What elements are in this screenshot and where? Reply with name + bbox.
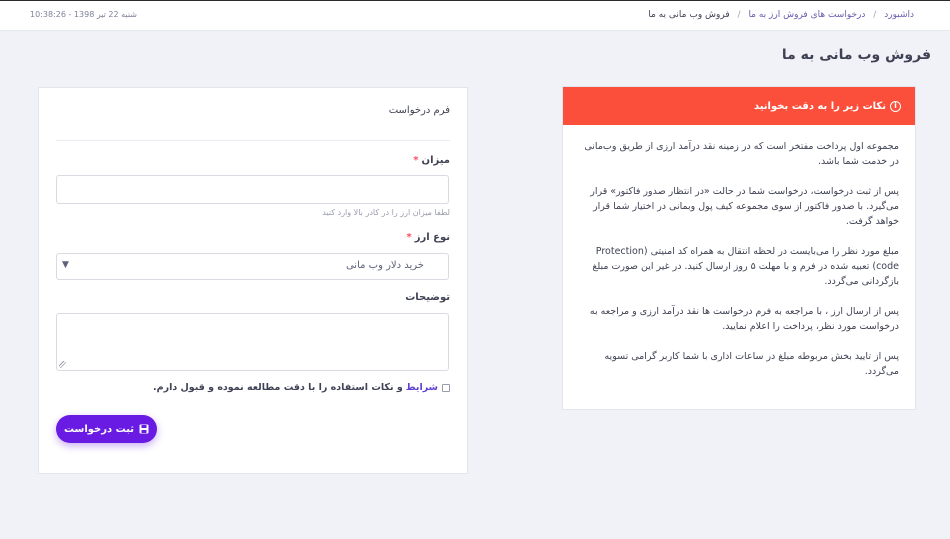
- submit-request-button[interactable]: ثبت درخواست: [56, 415, 157, 443]
- description-label: توضیحات: [405, 292, 450, 303]
- form-divider: [56, 140, 450, 141]
- amount-hint: لطفا میزان ارز را در کادر بالا وارد کنید: [322, 208, 450, 217]
- terms-text: و نکات استفاده را با دقت مطالعه نموده و …: [153, 382, 403, 393]
- terms-row: شرایط و نکات استفاده را با دقت مطالعه نم…: [153, 382, 450, 393]
- required-marker: *: [406, 232, 412, 243]
- breadcrumb-requests-link[interactable]: درخواست های فروش ارز به ما: [748, 10, 865, 20]
- currency-label-text: نوع ارز: [414, 232, 450, 243]
- amount-input[interactable]: [56, 175, 449, 204]
- form-title: فرم درخواست: [388, 105, 450, 116]
- chevron-down-icon: ▼: [62, 260, 69, 270]
- page-title: فروش وب مانی به ما: [781, 47, 931, 63]
- breadcrumb-separator: /: [873, 10, 877, 20]
- breadcrumb-current: فروش وب مانی به ما: [648, 10, 730, 20]
- terms-checkbox[interactable]: [442, 383, 450, 392]
- notice-header-text: نکات زیر را به دقت بخوانید: [753, 100, 886, 112]
- breadcrumb-separator: /: [737, 10, 741, 20]
- info-icon: i: [890, 100, 901, 112]
- required-marker: *: [413, 155, 419, 166]
- currency-label: نوع ارز*: [406, 232, 450, 243]
- notice-paragraph: پس از ثبت درخواست، درخواست شما در حالت «…: [590, 186, 899, 227]
- request-form-card: فرم درخواست میزان* لطفا میزان ارز را در …: [38, 87, 468, 474]
- submit-label: ثبت درخواست: [63, 423, 135, 435]
- amount-label-text: میزان: [421, 155, 450, 166]
- breadcrumb-dashboard-link[interactable]: داشبورد: [884, 10, 914, 20]
- datetime-display: شنبه 22 تیر 1398 - 10:38:26: [30, 10, 137, 19]
- terms-link[interactable]: شرایط: [406, 382, 438, 393]
- resize-grip-icon[interactable]: [59, 361, 66, 368]
- amount-label: میزان*: [413, 155, 450, 166]
- notice-body: مجموعه اول پرداخت مفتخر است که در زمینه …: [563, 125, 915, 379]
- notice-header: i نکات زیر را به دقت بخوانید: [563, 87, 915, 125]
- notice-card: i نکات زیر را به دقت بخوانید مجموعه اول …: [562, 86, 916, 410]
- notice-paragraph: پس از تایید بخش مربوطه مبلغ در ساعات ادا…: [604, 351, 899, 377]
- top-bar: داشبورد / درخواست های فروش ارز به ما / ف…: [0, 0, 950, 31]
- description-textarea[interactable]: [56, 313, 449, 371]
- currency-select[interactable]: خرید دلار وب مانی ▼: [56, 253, 449, 280]
- notice-paragraph: مبلغ مورد نظر را می‌بایست در لحظه انتقال…: [592, 246, 899, 287]
- notice-paragraph: مجموعه اول پرداخت مفتخر است که در زمینه …: [584, 141, 899, 167]
- currency-select-value: خرید دلار وب مانی: [345, 260, 424, 271]
- breadcrumb: داشبورد / درخواست های فروش ارز به ما / ف…: [648, 10, 914, 20]
- notice-paragraph: پس از ارسال ارز ، با مراجعه به فرم درخوا…: [589, 306, 899, 332]
- save-icon: [139, 424, 149, 434]
